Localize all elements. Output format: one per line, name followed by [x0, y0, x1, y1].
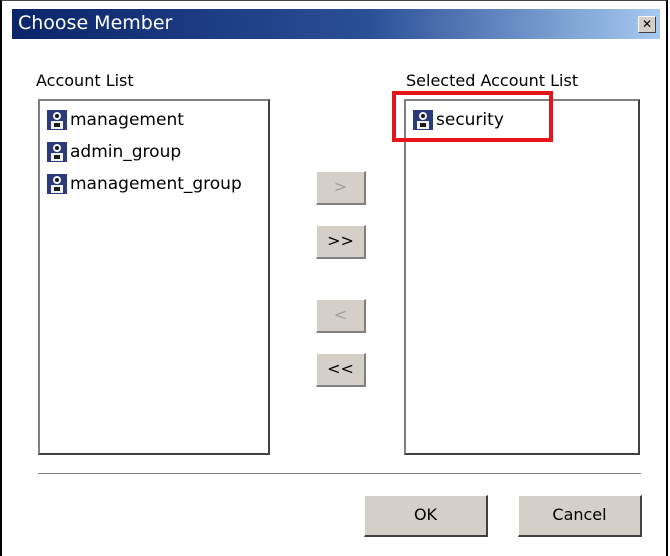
window-title: Choose Member: [18, 12, 173, 34]
list-item[interactable]: admin_group: [46, 139, 181, 165]
account-name: management_group: [70, 174, 242, 194]
selected-account-list-label: Selected Account List: [406, 71, 579, 90]
cancel-button[interactable]: Cancel: [518, 495, 642, 537]
close-icon: ✕: [641, 17, 653, 31]
selected-account-list[interactable]: security: [404, 99, 640, 455]
account-name: admin_group: [70, 142, 182, 162]
title-bar[interactable]: Choose Member ✕: [12, 9, 660, 39]
user-group-icon: [46, 173, 68, 195]
list-item[interactable]: management_group: [46, 171, 242, 197]
ok-button[interactable]: OK: [364, 495, 488, 537]
add-all-button[interactable]: >>: [316, 225, 366, 259]
remove-selected-button[interactable]: <: [316, 299, 366, 333]
account-list[interactable]: management admin_group management_group: [38, 99, 270, 455]
list-item[interactable]: management: [46, 107, 184, 133]
choose-member-dialog: Choose Member ✕ Account List Selected Ac…: [0, 0, 668, 556]
account-name: management: [70, 110, 184, 130]
account-list-label: Account List: [36, 71, 134, 90]
add-selected-button[interactable]: >: [316, 171, 366, 205]
user-group-icon: [46, 141, 68, 163]
divider: [38, 473, 641, 475]
close-button[interactable]: ✕: [638, 16, 656, 33]
remove-all-button[interactable]: <<: [316, 353, 366, 387]
user-group-icon: [46, 109, 68, 131]
highlight-box: [392, 91, 553, 142]
